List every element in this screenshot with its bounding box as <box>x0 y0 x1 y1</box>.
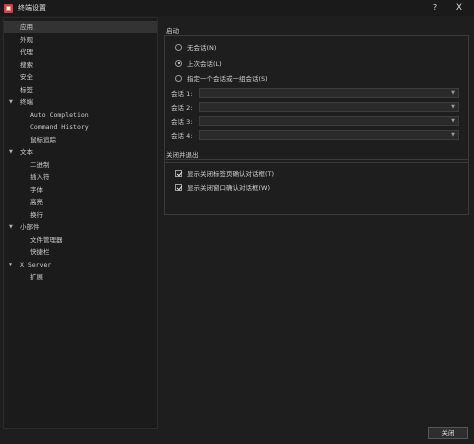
nav-item-auto-completion[interactable]: Auto Completion <box>4 109 157 121</box>
session-4-row: 会话 4: ▼ <box>171 129 459 140</box>
nav-item-x-server[interactable]: ▼ X Server <box>4 259 157 271</box>
chevron-down-icon: ▼ <box>451 89 455 96</box>
expand-arrow-icon[interactable]: ▼ <box>9 146 13 158</box>
nav-item-label: 扩展 <box>30 273 43 281</box>
session-1-row: 会话 1: ▼ <box>171 87 459 98</box>
settings-panel: 启动 无会话(N) 上次会话(L) 指定一个会话或一组会话(S) 会话 1: ▼… <box>164 20 470 428</box>
session-3-label: 会话 3: <box>171 117 193 126</box>
radio-label: 无会话(N) <box>187 44 217 52</box>
startup-group: 无会话(N) 上次会话(L) 指定一个会话或一组会话(S) 会话 1: ▼ 会话… <box>164 35 469 163</box>
nav-item-widgets[interactable]: ▼ 小部件 <box>4 221 157 233</box>
startup-group-title: 启动 <box>166 27 179 35</box>
nav-item-label: 代理 <box>20 48 33 56</box>
nav-item-wrap[interactable]: 换行 <box>4 209 157 221</box>
close-button[interactable]: 关闭 <box>428 427 468 439</box>
nav-item-label: 文本 <box>20 148 33 156</box>
nav-item-command-history[interactable]: Command History <box>4 121 157 133</box>
nav-item-label: 文件管理器 <box>30 235 63 244</box>
nav-item-appearance[interactable]: 外观 <box>4 34 157 46</box>
radio-last-session[interactable]: 上次会话(L) <box>175 58 222 68</box>
session-1-label: 会话 1: <box>171 89 193 98</box>
checkbox-checked-icon <box>175 169 182 177</box>
session-2-label: 会话 2: <box>171 103 193 112</box>
nav-item-label: 小部件 <box>20 223 40 231</box>
nav-item-label: 搜索 <box>20 60 33 69</box>
nav-item-label: Command History <box>30 123 89 131</box>
radio-label: 上次会话(L) <box>187 60 222 68</box>
nav-item-search[interactable]: 搜索 <box>4 59 157 71</box>
nav-item-label: Auto Completion <box>30 110 89 119</box>
radio-button-checked-icon <box>175 59 182 67</box>
nav-item-highlight[interactable]: 高亮 <box>4 196 157 208</box>
settings-nav-tree: 应用 外观 代理 搜索 安全 标签 ▼ 终端 Auto Completion C… <box>3 17 158 429</box>
nav-item-label: 二进制 <box>30 160 50 169</box>
expand-arrow-icon[interactable]: ▼ <box>9 96 13 108</box>
session-1-select[interactable]: ▼ <box>199 87 459 98</box>
app-logo-icon: ▣ <box>4 3 13 13</box>
session-2-row: 会话 2: ▼ <box>171 101 459 112</box>
nav-item-label: 鼠标追踪 <box>30 135 56 144</box>
shutdown-group: 显示关闭标签页确认对话框(T) 显示关闭窗口确认对话框(W) <box>164 159 469 215</box>
radio-no-session[interactable]: 无会话(N) <box>175 42 216 52</box>
window-close-button[interactable]: X <box>448 0 470 16</box>
nav-item-proxy[interactable]: 代理 <box>4 46 157 58</box>
nav-item-mouse-tracking[interactable]: 鼠标追踪 <box>4 134 157 146</box>
checkbox-label: 显示关闭标签页确认对话框(T) <box>187 170 275 178</box>
nav-item-label: 标签 <box>20 85 33 94</box>
nav-item-label: 安全 <box>20 73 33 81</box>
title-bar: ▣ 终端设置 ? X <box>0 0 474 16</box>
radio-button-icon <box>175 74 182 82</box>
confirm-close-tab-checkbox[interactable]: 显示关闭标签页确认对话框(T) <box>175 168 274 178</box>
shutdown-group-title: 关闭并退出 <box>166 151 199 159</box>
nav-item-font[interactable]: 字体 <box>4 184 157 196</box>
radio-label: 指定一个会话或一组会话(S) <box>187 75 268 83</box>
session-4-label: 会话 4: <box>171 131 193 140</box>
expand-arrow-icon[interactable]: ▼ <box>9 259 12 271</box>
nav-item-tabs[interactable]: 标签 <box>4 84 157 96</box>
radio-button-icon <box>175 43 182 51</box>
nav-item-binary[interactable]: 二进制 <box>4 159 157 171</box>
chevron-down-icon: ▼ <box>451 131 455 138</box>
window-title: 终端设置 <box>18 4 46 12</box>
nav-item-file-manager[interactable]: 文件管理器 <box>4 234 157 246</box>
nav-item-label: 换行 <box>30 210 43 219</box>
nav-item-security[interactable]: 安全 <box>4 71 157 83</box>
nav-item-caret[interactable]: 插入符 <box>4 171 157 183</box>
nav-item-label: 外观 <box>20 35 33 44</box>
confirm-close-window-checkbox[interactable]: 显示关闭窗口确认对话框(W) <box>175 182 270 192</box>
nav-item-application[interactable]: 应用 <box>4 21 157 33</box>
nav-item-label: 终端 <box>20 98 33 106</box>
nav-item-label: 插入符 <box>30 173 50 181</box>
nav-item-text[interactable]: ▼ 文本 <box>4 146 157 158</box>
nav-item-quickbar[interactable]: 快捷栏 <box>4 246 157 258</box>
help-button[interactable]: ? <box>424 0 446 16</box>
nav-item-label: 应用 <box>20 23 33 31</box>
nav-item-label: 字体 <box>30 185 43 194</box>
session-3-select[interactable]: ▼ <box>199 115 459 126</box>
nav-item-label: 快捷栏 <box>30 248 50 256</box>
session-4-select[interactable]: ▼ <box>199 129 459 140</box>
nav-item-extensions[interactable]: 扩展 <box>4 271 157 283</box>
nav-item-label: 高亮 <box>30 198 43 206</box>
expand-arrow-icon[interactable]: ▼ <box>9 221 13 233</box>
nav-item-label: X Server <box>20 260 52 269</box>
session-2-select[interactable]: ▼ <box>199 101 459 112</box>
radio-specify-sessions[interactable]: 指定一个会话或一组会话(S) <box>175 73 268 83</box>
chevron-down-icon: ▼ <box>451 103 455 110</box>
checkbox-label: 显示关闭窗口确认对话框(W) <box>187 184 270 192</box>
checkbox-checked-icon <box>175 183 182 191</box>
session-3-row: 会话 3: ▼ <box>171 115 459 126</box>
chevron-down-icon: ▼ <box>451 117 455 124</box>
nav-item-terminal[interactable]: ▼ 终端 <box>4 96 157 108</box>
